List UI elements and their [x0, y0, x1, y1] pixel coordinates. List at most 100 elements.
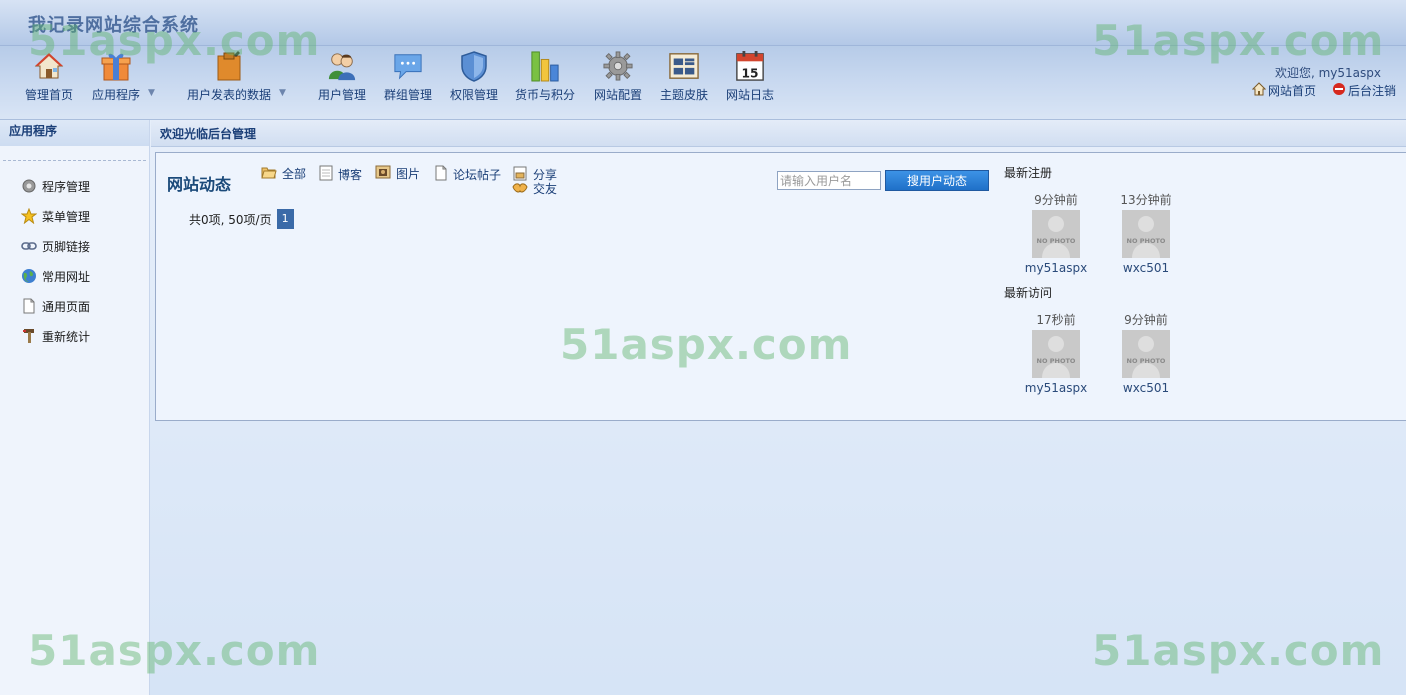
avatar[interactable]: NO PHOTO [1122, 330, 1170, 378]
filter-forum-posts[interactable]: 论坛帖子 [434, 165, 501, 184]
site-home-label: 网站首页 [1267, 84, 1316, 98]
gift-icon [101, 50, 131, 82]
pagination: 共0项, 50项/页 1 [189, 209, 294, 229]
nav-item-admin-home[interactable]: 管理首页 [24, 50, 74, 108]
nav-item-theme-skin[interactable]: 主题皮肤 [659, 50, 709, 108]
sidebar-item-label: 常用网址 [42, 269, 91, 284]
nav-label: 网站日志 [725, 88, 774, 102]
calendar-icon: 15 [735, 50, 765, 82]
theme-icon [669, 50, 699, 82]
logout-icon [1332, 82, 1346, 99]
search-user-activity-button[interactable]: 搜用户动态 [885, 170, 989, 191]
activity-panel: 网站动态 全部 博客 图片 论坛帖子 分享 交友 共0项, 50项/页 1 请输… [155, 152, 1406, 421]
chevron-down-icon[interactable]: ▼ [148, 88, 155, 98]
watermark: 51aspx.com [1092, 626, 1385, 675]
latest-registered-title: 最新注册 [1004, 166, 1053, 180]
avatar[interactable]: NO PHOTO [1032, 330, 1080, 378]
sidebar-item-generic-pages[interactable]: 通用页面 [0, 291, 149, 321]
page-title: 欢迎光临后台管理 [160, 127, 257, 141]
user-name[interactable]: wxc501 [1123, 381, 1169, 395]
nav-label: 权限管理 [449, 88, 498, 102]
sidebar-menu: 程序管理 菜单管理 页脚链接 常用网址 通用页面 重新统计 [0, 171, 149, 351]
page-icon [21, 298, 37, 314]
latest-visits-title: 最新访问 [1004, 286, 1053, 300]
gear-icon [21, 178, 37, 194]
nav-label: 主题皮肤 [659, 88, 708, 102]
star-icon [21, 208, 37, 224]
no-photo-text: NO PHOTO [1127, 357, 1166, 365]
nav-item-site-log[interactable]: 15 网站日志 [725, 50, 775, 108]
no-photo-text: NO PHOTO [1037, 237, 1076, 245]
sidebar-item-label: 重新统计 [42, 329, 91, 344]
no-photo-text: NO PHOTO [1037, 357, 1076, 365]
sidebar-item-program-management[interactable]: 程序管理 [0, 171, 149, 201]
sidebar-item-label: 页脚链接 [42, 239, 91, 254]
page-number-button[interactable]: 1 [276, 209, 294, 229]
photo-icon [375, 165, 391, 182]
calendar-day-text: 15 [742, 66, 759, 80]
house-icon [34, 50, 64, 82]
folder-icon [261, 165, 277, 182]
nav-item-user-data[interactable]: 用户发表的数据 [186, 50, 272, 108]
pager-summary: 共0项, 50项/页 [189, 212, 272, 227]
site-home-link[interactable]: 网站首页 [1251, 82, 1316, 99]
users-icon [327, 50, 357, 82]
user-time: 9分钟前 [1034, 193, 1078, 207]
user-time: 17秒前 [1036, 313, 1076, 327]
handshake-icon [512, 180, 528, 197]
user-name[interactable]: my51aspx [1025, 261, 1087, 275]
sidebar-item-menu-management[interactable]: 菜单管理 [0, 201, 149, 231]
avatar[interactable]: NO PHOTO [1032, 210, 1080, 258]
nav-label: 管理首页 [24, 88, 73, 102]
user-name[interactable]: wxc501 [1123, 261, 1169, 275]
nav-label: 货币与积分 [515, 88, 576, 102]
feed-title: 网站动态 [167, 175, 232, 194]
shield-icon [459, 50, 489, 82]
home-icon [1251, 82, 1267, 99]
nav-label: 网站配置 [593, 88, 642, 102]
sidebar-item-common-urls[interactable]: 常用网址 [0, 261, 149, 291]
sidebar-item-footer-links[interactable]: 页脚链接 [0, 231, 149, 261]
clipboard-icon [214, 50, 244, 82]
nav-label: 用户发表的数据 [186, 88, 271, 102]
header: 我记录网站综合系统 管理首页 应用程序 ▼ 用户发表的数据 ▼ 用户管理 群组管… [0, 0, 1406, 120]
filter-label: 论坛帖子 [453, 168, 502, 182]
chat-bubble-icon [393, 50, 423, 82]
avatar[interactable]: NO PHOTO [1122, 210, 1170, 258]
nav-label: 用户管理 [317, 88, 366, 102]
filter-all[interactable]: 全部 [261, 165, 306, 182]
filter-label: 全部 [282, 167, 307, 181]
filter-blog[interactable]: 博客 [319, 165, 362, 184]
sidebar-item-label: 通用页面 [42, 299, 91, 314]
user-card: 9分钟前 NO PHOTO my51aspx [1024, 191, 1088, 275]
nav-item-permissions[interactable]: 权限管理 [449, 50, 499, 108]
gear-icon [603, 50, 633, 82]
no-photo-text: NO PHOTO [1127, 237, 1166, 245]
app-title: 我记录网站综合系统 [28, 15, 199, 36]
sidebar-divider [3, 160, 146, 161]
sidebar-title: 应用程序 [0, 120, 149, 146]
filter-label: 图片 [396, 167, 421, 181]
filter-photos[interactable]: 图片 [375, 165, 420, 182]
logout-link[interactable]: 后台注销 [1332, 82, 1396, 99]
user-name[interactable]: my51aspx [1025, 381, 1087, 395]
logout-label: 后台注销 [1347, 84, 1396, 98]
nav-item-group-management[interactable]: 群组管理 [383, 50, 433, 108]
sidebar: 应用程序 程序管理 菜单管理 页脚链接 常用网址 通用页面 重新统计 [0, 120, 150, 695]
user-card: 13分钟前 NO PHOTO wxc501 [1114, 191, 1178, 275]
filter-label: 交友 [533, 182, 558, 196]
nav-item-currency-points[interactable]: 货币与积分 [515, 50, 575, 108]
filter-friends[interactable]: 交友 [512, 180, 557, 197]
username-search-input[interactable] [777, 171, 881, 190]
user-card: 9分钟前 NO PHOTO wxc501 [1114, 311, 1178, 395]
nav-item-user-management[interactable]: 用户管理 [317, 50, 367, 108]
user-card: 17秒前 NO PHOTO my51aspx [1024, 311, 1088, 395]
chevron-down-icon[interactable]: ▼ [279, 88, 286, 98]
link-icon [21, 238, 37, 254]
nav-item-site-config[interactable]: 网站配置 [593, 50, 643, 108]
title-band: 我记录网站综合系统 [0, 0, 1406, 46]
sidebar-item-recount[interactable]: 重新统计 [0, 321, 149, 351]
filter-label: 博客 [338, 168, 363, 182]
nav-item-applications[interactable]: 应用程序 [91, 50, 141, 108]
nav-label: 群组管理 [383, 88, 432, 102]
